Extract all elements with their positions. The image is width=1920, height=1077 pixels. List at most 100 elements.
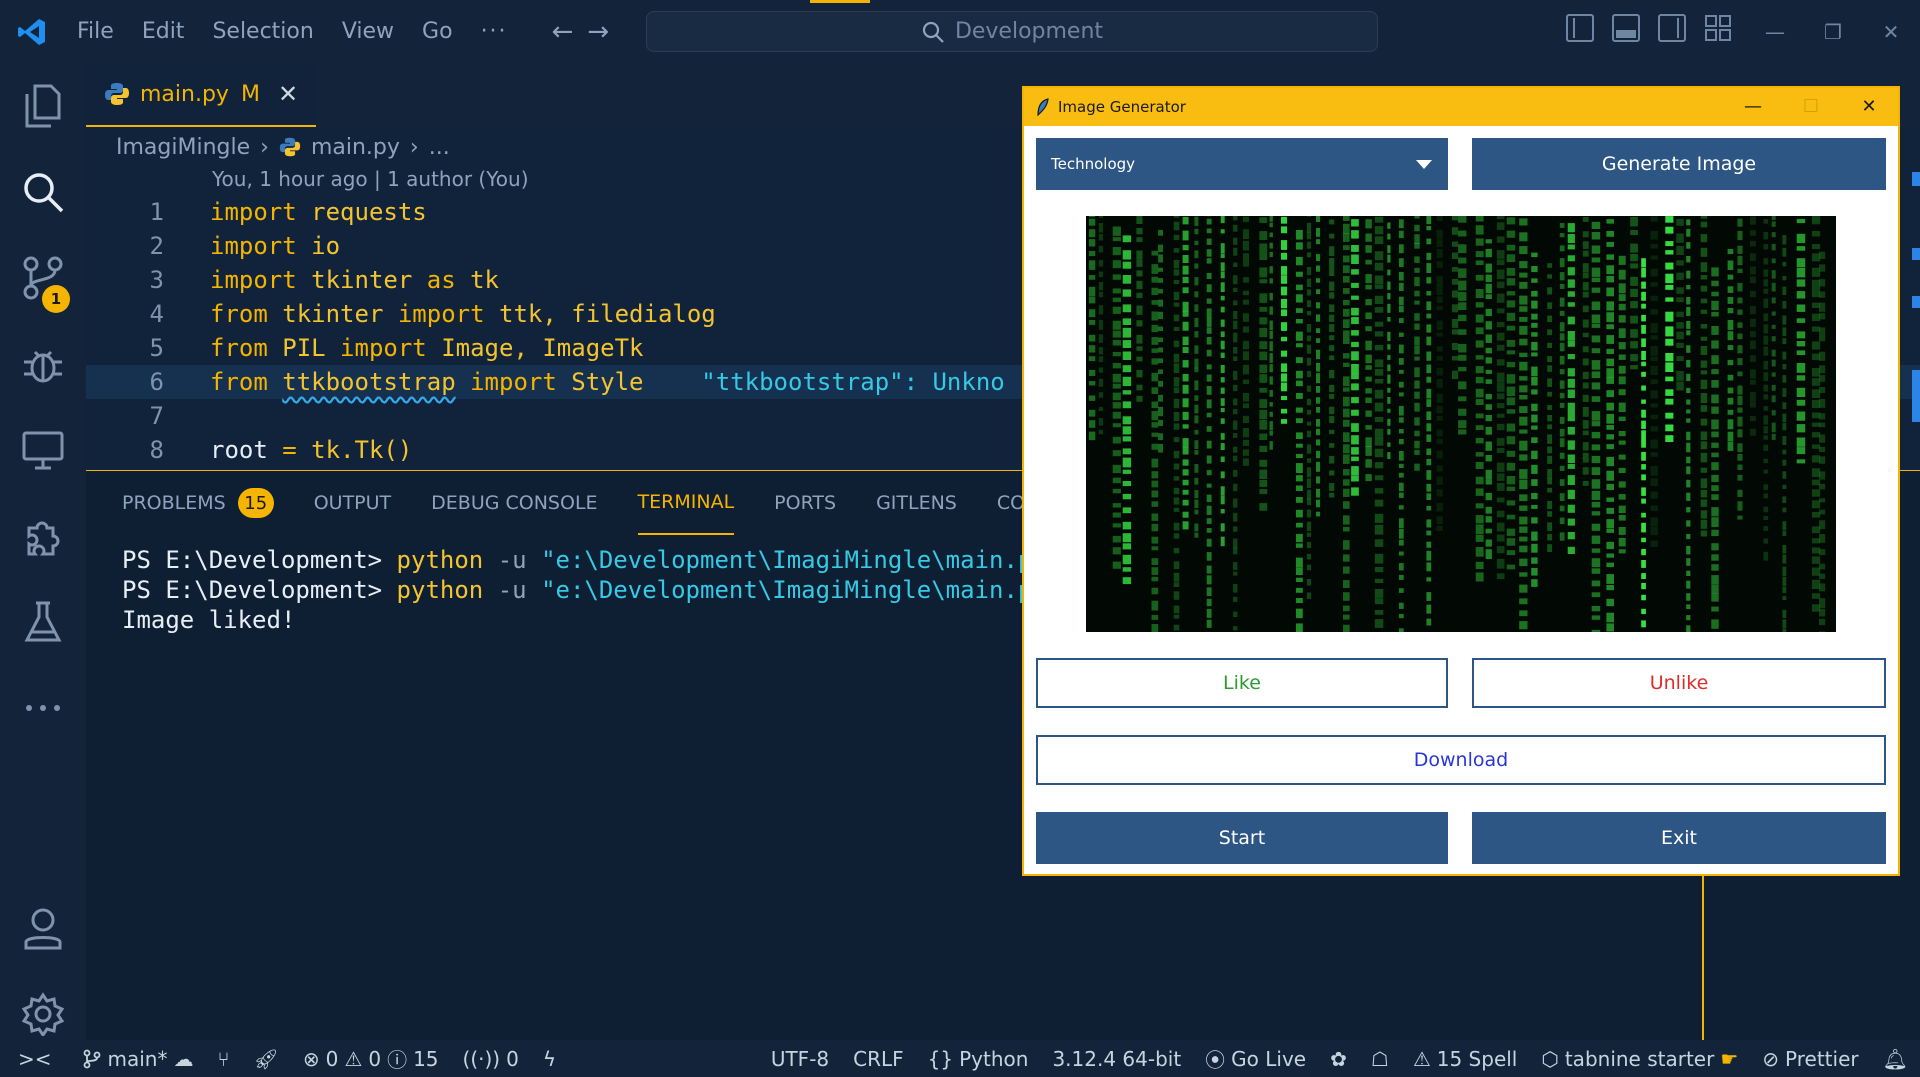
matrix-glyph [1158, 337, 1163, 343]
breadcrumb-file[interactable]: main.py [311, 135, 400, 160]
remote-indicator-icon[interactable]: >< [0, 1047, 70, 1071]
more-views-icon[interactable] [0, 665, 86, 751]
matrix-glyph [1458, 302, 1467, 310]
matrix-glyph [1259, 231, 1268, 240]
tab-ports[interactable]: PORTS [774, 471, 836, 535]
matrix-glyph [1122, 416, 1132, 425]
matrix-glyph [1606, 507, 1614, 514]
matrix-glyph [1242, 229, 1249, 240]
like-button[interactable]: Like [1036, 658, 1448, 708]
extensions-icon[interactable] [0, 493, 86, 579]
app-title-bar[interactable]: Image Generator — ☐ ✕ [1024, 88, 1898, 126]
matrix-glyph [1151, 536, 1159, 544]
exit-button[interactable]: Exit [1472, 812, 1886, 864]
customize-layout-icon[interactable] [1704, 14, 1732, 42]
interpreter-status[interactable]: 3.12.4 64-bit [1040, 1047, 1193, 1071]
matrix-glyph [1496, 546, 1505, 554]
minimize-button[interactable]: — [1746, 20, 1804, 44]
download-button[interactable]: Download [1036, 735, 1886, 785]
toggle-secondary-sidebar-icon[interactable] [1658, 14, 1686, 42]
deploy-rocket-icon[interactable]: 🚀︎ [242, 1047, 291, 1071]
toggle-primary-sidebar-icon[interactable] [1566, 14, 1594, 42]
tab-terminal[interactable]: TERMINAL [637, 471, 735, 535]
matrix-glyph [1088, 309, 1096, 318]
matrix-glyph [1426, 458, 1432, 466]
matrix-glyph [1269, 331, 1273, 339]
toggle-panel-icon[interactable] [1612, 14, 1640, 42]
terminal-output[interactable]: PS E:\Development> python -u "e:\Develop… [122, 545, 1047, 635]
tabnine-status[interactable]: ⬡ tabnine starter ☛ [1529, 1047, 1750, 1071]
menu-more[interactable]: ··· [467, 19, 522, 44]
matrix-glyph [1374, 578, 1384, 583]
matrix-glyph [1194, 509, 1199, 515]
close-button[interactable]: ✕ [1862, 20, 1920, 44]
matrix-glyph [1220, 340, 1225, 350]
unlike-button[interactable]: Unlike [1472, 658, 1886, 708]
branch-status[interactable]: main* ☁ [70, 1047, 206, 1071]
matrix-glyph [1259, 217, 1268, 223]
matrix-glyph [1711, 507, 1719, 517]
tab-main-py[interactable]: main.py M ✕ [86, 63, 317, 127]
gitlens-graph-icon[interactable]: ⑂ [206, 1047, 242, 1071]
encoding-status[interactable]: UTF-8 [759, 1047, 841, 1071]
search-activity-icon[interactable] [0, 149, 86, 235]
tab-output[interactable]: OUTPUT [314, 471, 391, 535]
tab-problems[interactable]: PROBLEMS 15 [122, 471, 274, 535]
language-status[interactable]: {} Python [916, 1047, 1041, 1071]
source-control-icon[interactable]: 1 [0, 235, 86, 321]
matrix-glyph [1398, 563, 1404, 571]
tab-close-icon[interactable]: ✕ [278, 80, 298, 108]
matrix-glyph [1306, 216, 1312, 217]
category-dropdown[interactable]: Technology [1036, 138, 1448, 190]
forward-arrow-icon[interactable]: → [587, 17, 609, 47]
eol-status[interactable]: CRLF [841, 1047, 916, 1071]
menu-view[interactable]: View [328, 19, 408, 44]
restore-button[interactable]: ❐ [1804, 20, 1862, 44]
app-minimize-button[interactable]: — [1724, 88, 1782, 126]
matrix-glyph [1485, 549, 1492, 559]
breadcrumb-more[interactable]: ... [429, 135, 450, 160]
command-center-search[interactable]: Development [646, 11, 1378, 52]
prettier-status[interactable]: ⊘ Prettier [1750, 1047, 1870, 1071]
generate-image-button[interactable]: Generate Image [1472, 138, 1886, 190]
spell-status[interactable]: ⚠ 15 Spell [1401, 1047, 1530, 1071]
app-close-button[interactable]: ✕ [1840, 88, 1898, 126]
notifications-bell-icon[interactable]: 🔔︎ [1871, 1047, 1920, 1071]
accounts-icon[interactable] [0, 885, 86, 971]
explorer-icon[interactable] [0, 63, 86, 149]
menu-selection[interactable]: Selection [198, 19, 327, 44]
matrix-glyph [1374, 513, 1384, 523]
menu-go[interactable]: Go [408, 19, 467, 44]
matrix-glyph [1194, 395, 1199, 401]
go-live-status[interactable]: ⦿ Go Live [1193, 1044, 1318, 1073]
lightning-icon[interactable]: ϟ [531, 1047, 568, 1071]
back-arrow-icon[interactable]: ← [552, 17, 574, 47]
copilot-icon[interactable]: ✿ [1318, 1047, 1359, 1071]
ports-status[interactable]: ((·)) 0 [451, 1047, 531, 1071]
matrix-glyph [1485, 528, 1492, 534]
menu-file[interactable]: File [63, 19, 128, 44]
tab-debug-console[interactable]: DEBUG CONSOLE [431, 471, 597, 535]
menu-edit[interactable]: Edit [128, 19, 199, 44]
matrix-glyph [1519, 516, 1528, 525]
tab-gitlens[interactable]: GITLENS [876, 471, 957, 535]
testing-icon[interactable] [0, 579, 86, 665]
remote-explorer-icon[interactable] [0, 407, 86, 493]
category-selected-value: Technology [1051, 155, 1136, 173]
app-maximize-button[interactable]: ☐ [1782, 88, 1840, 126]
scrollbar-thumb[interactable] [1912, 370, 1920, 422]
matrix-glyph [1182, 287, 1189, 294]
matrix-glyph [1158, 311, 1163, 319]
matrix-glyph [1506, 244, 1516, 251]
matrix-glyph [1206, 249, 1212, 257]
matrix-glyph [1506, 450, 1516, 457]
run-debug-icon[interactable] [0, 321, 86, 407]
start-button[interactable]: Start [1036, 812, 1448, 864]
problems-status[interactable]: ⊗ 0 ⚠ 0 ⓘ 15 [291, 1044, 451, 1073]
matrix-glyph [1414, 367, 1420, 378]
codelens-blame[interactable]: You, 1 hour ago | 1 author (You) [212, 167, 529, 191]
breadcrumb-folder[interactable]: ImagiMingle [116, 135, 250, 160]
robot-icon[interactable]: ☖ [1359, 1047, 1401, 1071]
matrix-glyph [1387, 331, 1391, 341]
matrix-glyph [1763, 258, 1769, 265]
